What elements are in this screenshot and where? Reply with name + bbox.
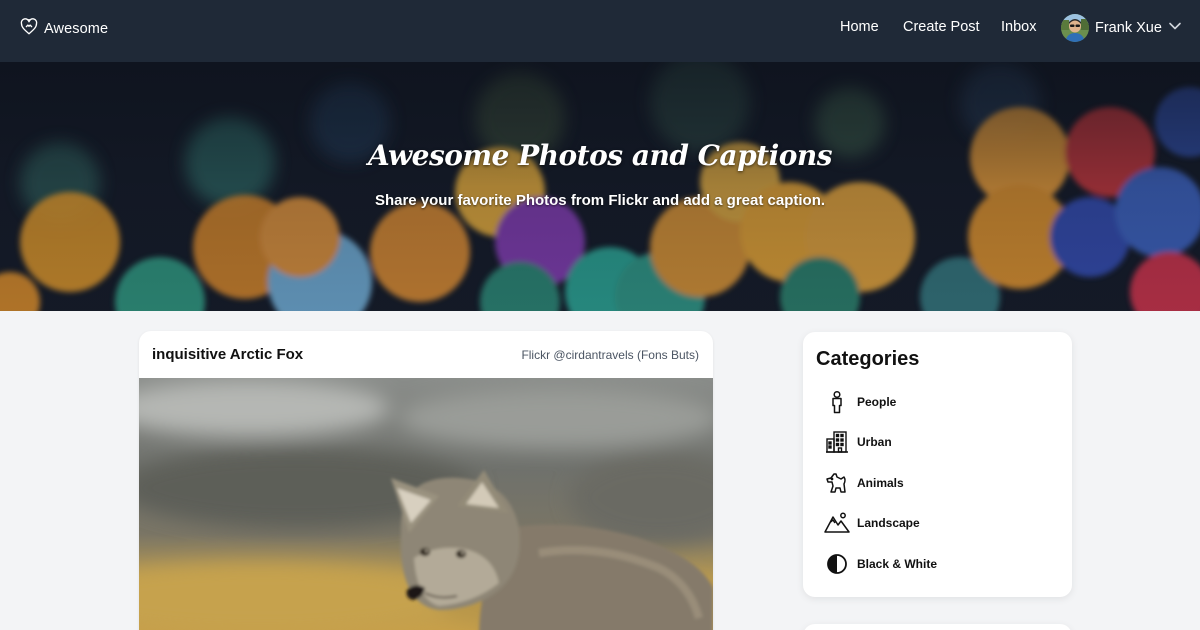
categories-card: Categories People Urban Animals Landscap… [803,332,1072,597]
category-animals[interactable]: Animals [824,470,904,496]
heart-icon [20,17,38,41]
nav-inbox-link[interactable]: Inbox [1001,19,1036,35]
nav-create-post-link[interactable]: Create Post [903,19,980,35]
category-urban[interactable]: Urban [824,429,892,455]
category-label: Landscape [857,516,920,530]
hero-subtitle: Share your favorite Photos from Flickr a… [374,192,826,209]
categories-heading: Categories [816,348,920,370]
avatar [1061,14,1089,42]
post-header: inquisitive Arctic Fox Flickr @cirdantra… [139,331,713,378]
brand-link[interactable]: Awesome [20,16,108,42]
sidebar-card [803,624,1072,630]
category-label: Urban [857,435,892,449]
dog-icon [824,470,850,496]
mountains-icon [824,510,850,536]
hero-title: Awesome Photos and Captions [367,139,833,172]
category-black-white[interactable]: Black & White [824,551,937,577]
category-label: Animals [857,476,904,490]
nav-home-link[interactable]: Home [840,19,879,35]
category-label: People [857,395,897,409]
post-credit: Flickr @cirdantravels (Fons Buts) [521,348,699,362]
brand-name: Awesome [44,21,109,37]
user-menu[interactable]: Frank Xue [1061,14,1182,42]
navbar: Awesome Home Create Post Inbox Frank Xue [0,0,1200,62]
category-people[interactable]: People [824,389,896,415]
user-name: Frank Xue [1095,20,1162,36]
post-title: inquisitive Arctic Fox [152,346,304,363]
post-photo[interactable] [139,378,713,630]
hero-banner: Awesome Photos and Captions Share your f… [0,62,1200,311]
building-icon [824,429,850,455]
post-card[interactable]: inquisitive Arctic Fox Flickr @cirdantra… [139,331,713,630]
contrast-icon [824,551,850,577]
hero-background-image [0,62,1200,311]
category-landscape[interactable]: Landscape [824,510,920,536]
person-icon [824,389,850,415]
category-label: Black & White [857,557,938,571]
chevron-down-icon [1168,19,1182,38]
